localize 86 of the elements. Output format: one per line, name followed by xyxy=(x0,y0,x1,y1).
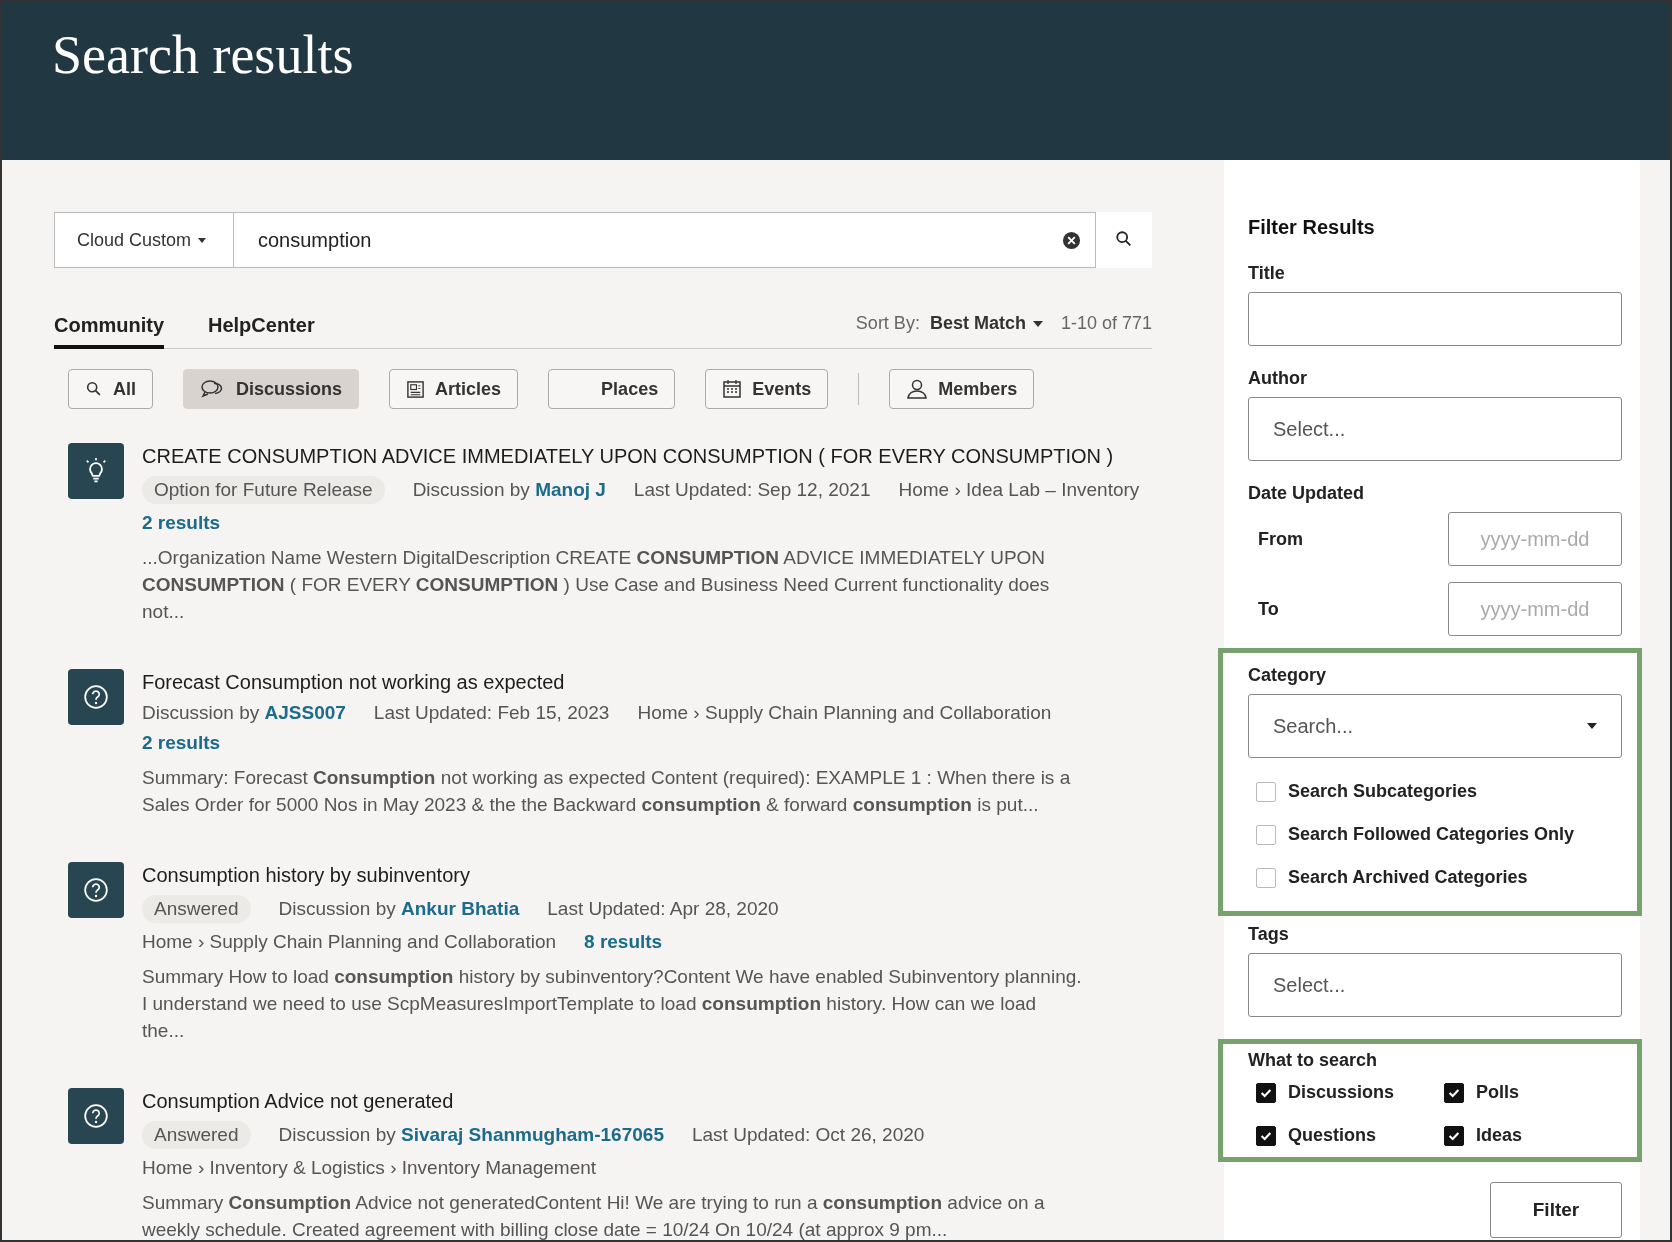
author-link[interactable]: AJSS007 xyxy=(264,702,346,723)
checkbox-label: Polls xyxy=(1476,1082,1519,1103)
document-icon xyxy=(406,379,426,399)
person-icon xyxy=(906,378,929,400)
checkbox[interactable] xyxy=(1444,1082,1464,1103)
search-icon xyxy=(1115,229,1133,248)
meta-text: Home › Inventory & Logistics › Inventory Management xyxy=(142,1157,597,1179)
search-button[interactable] xyxy=(1096,212,1152,268)
meta-text: Home › Idea Lab – Inventory xyxy=(898,479,1140,501)
status-badge: Option for Future Release xyxy=(142,476,385,504)
filter-heading: Filter Results xyxy=(1248,216,1376,239)
category-dropdown[interactable]: Search... xyxy=(1248,694,1622,758)
result-range: 1-10 of 771 xyxy=(1060,313,1152,334)
filter-chip[interactable]: Places xyxy=(548,369,676,409)
result-snippet: ...Organization Name Western DigitalDescription CREATE CONSUMPTION ADVICE IMMEDIATELY UPON CONSUMPTION ( FOR EVERY CONSUMPTION ) Use Case and Business Need Current functionality does not... xyxy=(142,546,1051,624)
question-icon xyxy=(68,862,124,918)
status-badge: Answered xyxy=(142,1121,251,1149)
meta-text: Last Updated: Apr 28, 2020 xyxy=(547,898,779,920)
meta-text: Last Updated: Oct 26, 2020 xyxy=(691,1124,925,1146)
field-label: Title xyxy=(1248,263,1286,284)
filter-chip[interactable]: Members xyxy=(889,369,1035,409)
field-label: Category xyxy=(1248,665,1328,686)
checkbox-label: Search Followed Categories Only xyxy=(1288,824,1575,845)
result-title[interactable]: Forecast Consumption not working as expected xyxy=(142,671,565,694)
checkbox-label: Search Archived Categories xyxy=(1288,867,1528,888)
caret-icon xyxy=(1587,723,1597,729)
tags-field[interactable]: Select... xyxy=(1248,953,1622,1017)
author-label: Discussion by xyxy=(278,898,396,919)
question-icon xyxy=(68,1088,124,1144)
checkbox-label: Questions xyxy=(1288,1125,1376,1146)
calendar-icon xyxy=(722,379,743,399)
result-snippet: Summary Consumption Advice not generatedContent Hi! We are trying to run a consumption advice on a weekly schedule. Created agreement with billing close date = 10/24 On 10/24 (at approx 9 pm... xyxy=(142,1191,1046,1240)
author-link[interactable]: Ankur Bhatia xyxy=(401,898,520,919)
field-label: From xyxy=(1257,528,1303,550)
checkbox[interactable] xyxy=(1256,1125,1276,1146)
page-title: Search results xyxy=(52,24,355,86)
meta-text: Last Updated: Feb 15, 2023 xyxy=(373,702,610,724)
filter-chip[interactable]: Events xyxy=(705,369,829,409)
checkbox[interactable] xyxy=(1444,1125,1464,1146)
caret-icon xyxy=(198,238,207,244)
author-label: Discussion by xyxy=(412,479,530,500)
result-title[interactable]: CREATE CONSUMPTION ADVICE IMMEDIATELY UPON CONSUMPTION ( FOR EVERY CONSUMPTION ) xyxy=(142,445,1114,468)
field-label: To xyxy=(1257,598,1279,620)
status-badge: Answered xyxy=(142,895,251,923)
checkbox-label: Discussions xyxy=(1288,1082,1395,1103)
field-label: Tags xyxy=(1248,924,1290,945)
filter-chip[interactable]: All xyxy=(68,369,153,409)
checkbox[interactable] xyxy=(1256,1082,1276,1103)
sort-dropdown[interactable]: Best Match xyxy=(929,313,1043,334)
field-label: Author xyxy=(1248,368,1308,389)
result-title[interactable]: Consumption history by subinventory xyxy=(142,864,470,887)
result-snippet: Summary: Forecast Consumption not working as expected Content (required): EXAMPLE 1 : When there is a Sales Order for 5000 Nos in May 2023 & the the Backward consumption & forward consumption is put... xyxy=(142,766,1072,817)
checkbox[interactable] xyxy=(1256,824,1276,845)
author-field[interactable]: Select... xyxy=(1248,397,1622,461)
caret-icon xyxy=(1032,321,1043,328)
results-link[interactable]: 2 results xyxy=(142,732,221,754)
results-link[interactable]: 8 results xyxy=(584,931,663,953)
results-link[interactable]: 2 results xyxy=(142,512,221,534)
meta-text: Home › Supply Chain Planning and Collaboration xyxy=(142,931,557,953)
author-link[interactable]: Manoj J xyxy=(535,479,606,500)
tab[interactable]: HelpCenter xyxy=(208,308,315,349)
author-label: Discussion by xyxy=(278,1124,396,1145)
checkbox-label: Search Subcategories xyxy=(1288,781,1478,802)
clear-icon[interactable] xyxy=(1062,230,1081,250)
sort-label: Sort By: xyxy=(855,313,920,334)
meta-text: Last Updated: Sep 12, 2021 xyxy=(633,479,871,501)
author-link[interactable]: Sivaraj Shanmugham-167065 xyxy=(401,1124,664,1145)
checkbox[interactable] xyxy=(1256,781,1276,802)
field-label: What to search xyxy=(1248,1050,1379,1071)
result-title[interactable]: Consumption Advice not generated xyxy=(142,1090,454,1113)
result-snippet: Summary How to load consumption history by subinventory?Content We have enabled Subinventory planning. I understand we need to use ScpMeasuresImportTemplate to load consumption history. How can we load the... xyxy=(142,965,1082,1043)
filter-chip[interactable]: Discussions xyxy=(183,369,360,409)
search-icon xyxy=(85,380,103,398)
filter-button[interactable]: Filter xyxy=(1490,1182,1622,1238)
scope-dropdown[interactable]: Cloud Custom xyxy=(54,212,234,268)
field-label: Date Updated xyxy=(1248,483,1365,504)
meta-text: Home › Supply Chain Planning and Collaboration xyxy=(637,702,1052,724)
lightbulb-icon xyxy=(68,443,124,499)
tab[interactable]: Community xyxy=(54,308,164,349)
checkbox[interactable] xyxy=(1256,867,1276,888)
search-field[interactable]: consumption xyxy=(234,212,1096,268)
checkbox-label: Ideas xyxy=(1476,1125,1523,1146)
filter-chip[interactable]: Articles xyxy=(389,369,519,409)
question-icon xyxy=(68,669,124,725)
author-label: Discussion by xyxy=(142,702,260,723)
title-field[interactable] xyxy=(1248,292,1622,346)
